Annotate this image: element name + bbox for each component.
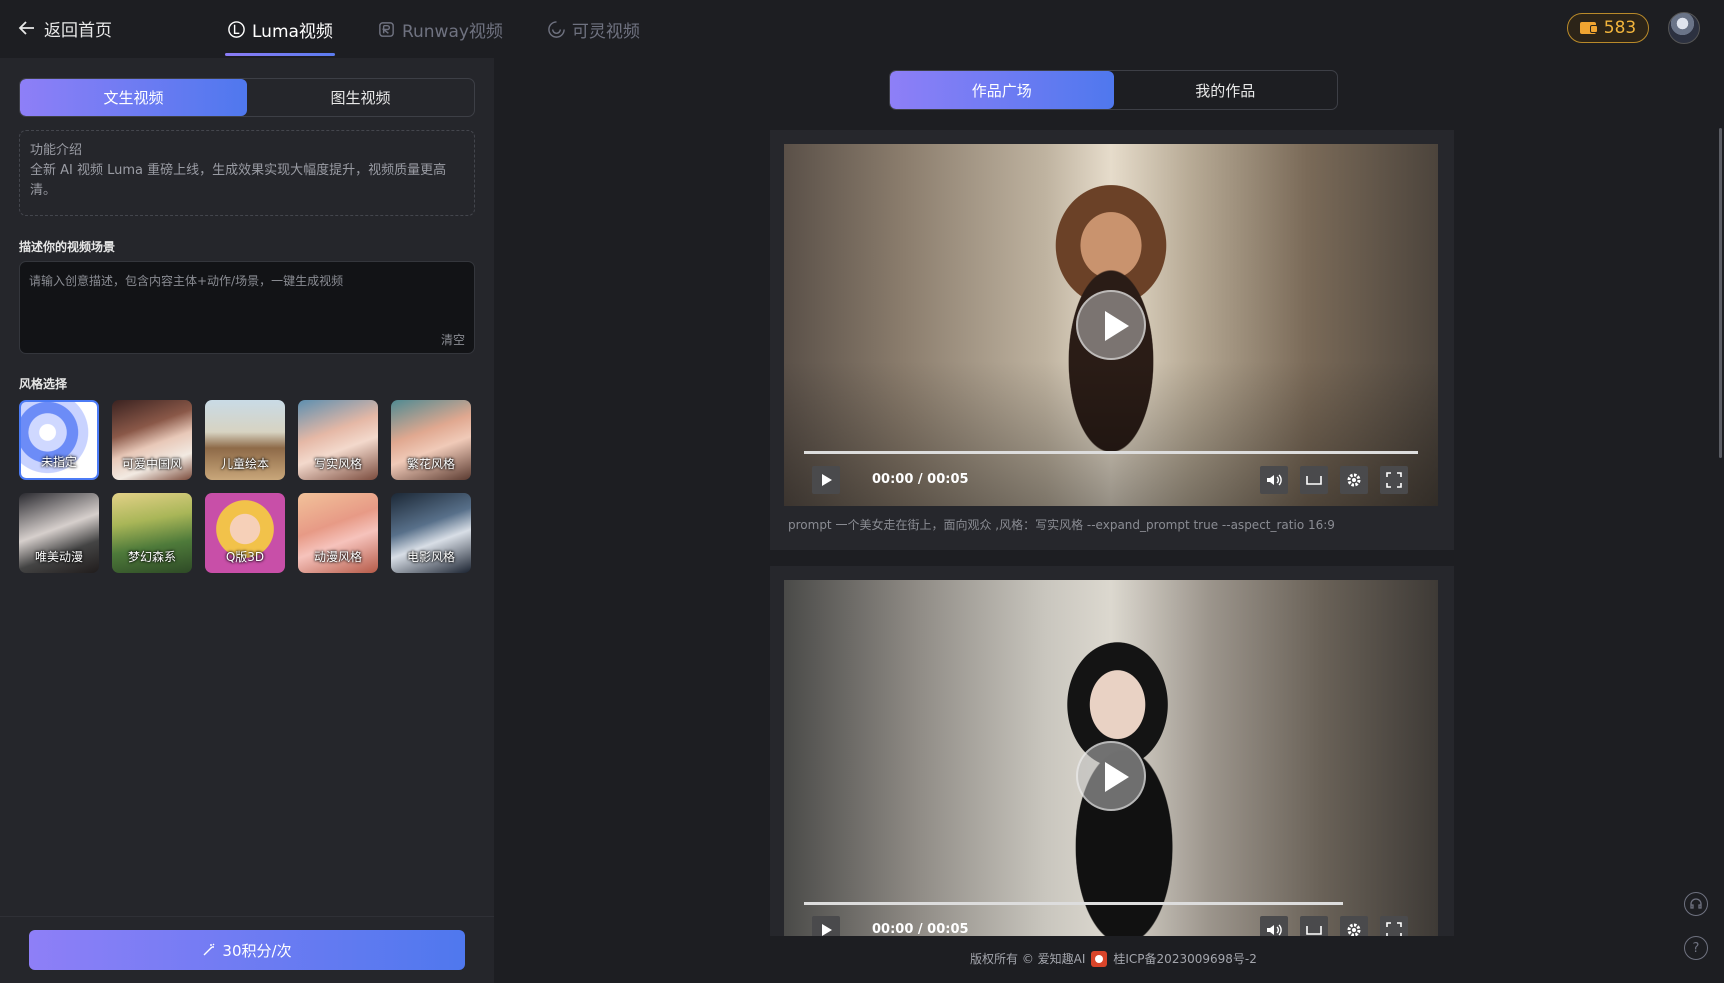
- fullscreen-button[interactable]: [1380, 916, 1408, 936]
- icp-badge-icon: [1091, 950, 1108, 967]
- headset-icon[interactable]: [1684, 892, 1708, 916]
- video-controls: 00:00 / 00:05: [784, 466, 1438, 496]
- user-avatar[interactable]: [1668, 12, 1700, 44]
- tab-my-works[interactable]: 我的作品: [1114, 71, 1338, 109]
- create-panel: 文生视频 图生视频 功能介绍 全新 AI 视频 Luma 重磅上线，生成效果实现…: [0, 58, 494, 983]
- prompt-label: 描述你的视频场景: [19, 240, 116, 254]
- copyright-text: 版权所有 © 爱知趣AI: [970, 952, 1086, 966]
- tab-kling[interactable]: 可灵视频: [545, 0, 642, 58]
- volume-icon: [1267, 924, 1282, 936]
- video-time: 00:00 / 00:05: [872, 922, 969, 936]
- generate-label: 30积分/次: [222, 941, 292, 960]
- credits-value: 583: [1603, 18, 1637, 38]
- style-option-label: 唯美动漫: [34, 550, 83, 564]
- prompt-box: 清空: [19, 261, 475, 354]
- kling-icon: [548, 20, 565, 38]
- style-option[interactable]: 唯美动漫: [19, 493, 99, 573]
- video-progress-bar[interactable]: [804, 451, 1418, 454]
- style-option[interactable]: 电影风格: [391, 493, 471, 573]
- video-model-tabs: Luma视频 Runway视频 可灵视频: [225, 0, 642, 58]
- fullscreen-button[interactable]: [1380, 466, 1408, 494]
- mode-switch: 文生视频 图生视频: [19, 78, 475, 117]
- tab-image-to-video[interactable]: 图生视频: [247, 79, 474, 116]
- generate-button[interactable]: 30积分/次: [29, 930, 465, 970]
- widescreen-button[interactable]: [1300, 466, 1328, 494]
- play-overlay-button[interactable]: [1076, 290, 1146, 360]
- widescreen-icon: [1306, 926, 1322, 935]
- panel-divider: [0, 916, 494, 917]
- tab-kling-label: 可灵视频: [571, 21, 640, 42]
- play-icon: [822, 474, 832, 486]
- video-time: 00:00 / 00:05: [872, 472, 969, 487]
- style-option-label: 繁花风格: [406, 457, 455, 471]
- style-option[interactable]: 儿童绘本: [205, 400, 285, 480]
- style-option-label: 写实风格: [313, 457, 362, 471]
- style-option-label: 可爱中国风: [121, 457, 182, 471]
- video-player[interactable]: 00:00 / 00:05: [784, 144, 1438, 506]
- style-option[interactable]: Q版3D: [205, 493, 285, 573]
- video-prompt-text: prompt 一个美女走在街上，面向观众 ,风格：写实风格 --expand_p…: [788, 518, 1335, 532]
- settings-button[interactable]: [1340, 916, 1368, 936]
- widescreen-icon: [1306, 476, 1322, 485]
- volume-icon: [1267, 474, 1282, 486]
- style-option-label: 电影风格: [406, 550, 455, 564]
- tab-works-square[interactable]: 作品广场: [890, 71, 1114, 109]
- style-option[interactable]: 动漫风格: [298, 493, 378, 573]
- credits-badge[interactable]: 583: [1567, 13, 1649, 43]
- clear-button[interactable]: 清空: [441, 331, 465, 348]
- video-controls: 00:00 / 00:05: [784, 916, 1438, 936]
- tab-runway[interactable]: Runway视频: [375, 0, 505, 58]
- magic-wand-icon: [203, 943, 215, 956]
- volume-button[interactable]: [1260, 916, 1288, 936]
- settings-button[interactable]: [1340, 466, 1368, 494]
- fullscreen-icon: [1386, 472, 1402, 488]
- tab-luma-label: Luma视频: [252, 21, 333, 42]
- fullscreen-icon: [1386, 922, 1402, 936]
- intro-text: 全新 AI 视频 Luma 重磅上线，生成效果实现大幅度提升，视频质量更高清。: [30, 163, 447, 198]
- style-option-label: 梦幻森系: [127, 550, 176, 564]
- headset-glyph: [1690, 898, 1702, 909]
- video-card: 00:00 / 00:05: [770, 566, 1454, 936]
- style-option-label: 动漫风格: [313, 550, 362, 564]
- footer: 版权所有 © 爱知趣AI 桂ICP备2023009698号-2: [970, 950, 1257, 967]
- tab-text-to-video[interactable]: 文生视频: [20, 79, 247, 116]
- style-option[interactable]: 未指定: [19, 400, 99, 480]
- gear-icon: [1347, 473, 1361, 487]
- video-player[interactable]: 00:00 / 00:05: [784, 580, 1438, 936]
- video-card: 00:00 / 00:05 prompt 一个美女走在街上，面向观众 ,风格：写…: [770, 130, 1454, 550]
- feature-intro: 功能介绍 全新 AI 视频 Luma 重磅上线，生成效果实现大幅度提升，视频质量…: [19, 130, 475, 216]
- style-option-label: Q版3D: [225, 550, 265, 564]
- style-option[interactable]: 可爱中国风: [112, 400, 192, 480]
- runway-icon: [379, 21, 394, 37]
- prompt-input[interactable]: [20, 262, 474, 353]
- gallery-scrollbar[interactable]: [1719, 128, 1722, 458]
- gallery-switch: 作品广场 我的作品: [889, 70, 1338, 110]
- tab-luma[interactable]: Luma视频: [225, 0, 335, 58]
- style-option[interactable]: 梦幻森系: [112, 493, 192, 573]
- help-icon[interactable]: ?: [1684, 936, 1708, 960]
- style-label: 风格选择: [19, 377, 68, 391]
- style-grid: 未指定 可爱中国风 儿童绘本 写实风格 繁花风格 唯美动漫 梦幻森系 Q版3D …: [19, 400, 475, 573]
- icp-link[interactable]: 桂ICP备2023009698号-2: [1113, 950, 1256, 967]
- play-overlay-button[interactable]: [1076, 741, 1146, 811]
- back-home-label: 返回首页: [44, 20, 112, 41]
- widescreen-button[interactable]: [1300, 916, 1328, 936]
- style-option[interactable]: 繁花风格: [391, 400, 471, 480]
- play-icon: [822, 924, 832, 936]
- play-button[interactable]: [812, 466, 840, 494]
- gear-icon: [1347, 923, 1361, 936]
- style-option-label: 未指定: [40, 455, 77, 469]
- style-option-label: 儿童绘本: [220, 457, 269, 471]
- top-bar: 返回首页 Luma视频 Runway视频 可灵视频 583: [0, 0, 1724, 58]
- wallet-icon: [1579, 22, 1598, 34]
- video-progress-bar[interactable]: [804, 902, 1343, 905]
- play-button[interactable]: [812, 916, 840, 936]
- tab-runway-label: Runway视频: [401, 21, 503, 42]
- intro-title: 功能介绍: [30, 143, 83, 158]
- arrow-left-icon: [18, 21, 34, 35]
- volume-button[interactable]: [1260, 466, 1288, 494]
- back-home-button[interactable]: 返回首页: [18, 16, 112, 41]
- luma-icon: [228, 20, 245, 38]
- style-option[interactable]: 写实风格: [298, 400, 378, 480]
